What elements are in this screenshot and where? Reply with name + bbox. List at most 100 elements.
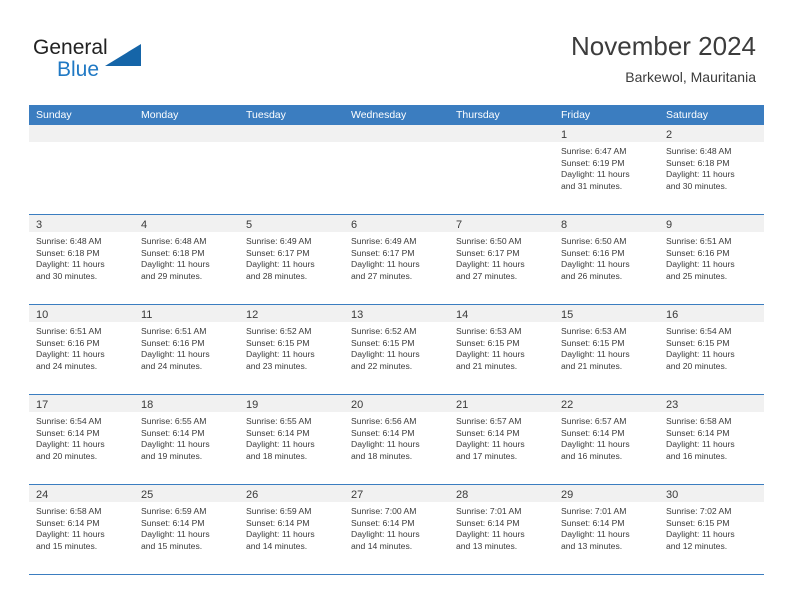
day-number-band: 29 [554,485,659,502]
day-number-band: 3 [29,215,134,232]
calendar-day-cell[interactable]: 6 Sunrise: 6:49 AM Sunset: 6:17 PM Daylight… [344,215,449,304]
day-number: 25 [141,489,154,501]
daylight-text: Daylight: 11 hours [36,259,105,270]
day-detail-body: Sunrise: 6:53 AM Sunset: 6:15 PM Daylight:… [554,322,659,372]
calendar-day-cell[interactable]: 25 Sunrise: 6:59 AM Sunset: 6:14 PM Dayligh… [134,485,239,574]
calendar-day-cell[interactable]: 8 Sunrise: 6:50 AM Sunset: 6:16 PM Daylight… [554,215,659,304]
daylight-text-cont: and 18 minutes. [246,450,308,461]
calendar-page: General Blue November 2024 Barkewol, Mau… [0,0,792,612]
calendar-day-cell[interactable]: 18 Sunrise: 6:55 AM Sunset: 6:14 PM Dayligh… [134,395,239,484]
general-blue-logo[interactable]: General Blue [33,36,213,88]
calendar-day-cell[interactable]: 13 Sunrise: 6:52 AM Sunset: 6:15 PM Dayligh… [344,305,449,394]
day-detail-body: Sunrise: 6:48 AM Sunset: 6:18 PM Daylight:… [659,142,764,192]
daylight-text: Daylight: 11 hours [561,529,630,540]
calendar-day-cell[interactable]: 27 Sunrise: 7:00 AM Sunset: 6:14 PM Dayligh… [344,485,449,574]
calendar-day-cell[interactable]: 7 Sunrise: 6:50 AM Sunset: 6:17 PM Daylight… [449,215,554,304]
calendar-weeks: 1 Sunrise: 6:47 AM Sunset: 6:19 PM Daylight… [29,125,764,575]
sunrise-text: Sunrise: 6:51 AM [141,326,207,336]
day-detail-body [449,142,554,146]
calendar-day-cell[interactable]: 30 Sunrise: 7:02 AM Sunset: 6:15 PM Dayligh… [659,485,764,574]
day-number-band [344,125,449,142]
sunrise-text: Sunrise: 6:50 AM [456,236,522,246]
calendar-day-cell[interactable]: 22 Sunrise: 6:57 AM Sunset: 6:14 PM Dayligh… [554,395,659,484]
calendar-day-cell[interactable]: 10 Sunrise: 6:51 AM Sunset: 6:16 PM Dayligh… [29,305,134,394]
calendar-day-cell[interactable]: 9 Sunrise: 6:51 AM Sunset: 6:16 PM Daylight… [659,215,764,304]
calendar-day-cell[interactable]: 15 Sunrise: 6:53 AM Sunset: 6:15 PM Dayligh… [554,305,659,394]
calendar-day-cell[interactable]: 17 Sunrise: 6:54 AM Sunset: 6:14 PM Dayligh… [29,395,134,484]
day-number: 17 [36,399,49,411]
day-number: 3 [36,219,43,231]
sunrise-text: Sunrise: 6:58 AM [36,506,102,516]
sunset-text: Sunset: 6:14 PM [246,517,310,528]
day-number-band: 2 [659,125,764,142]
title-block: November 2024 Barkewol, Mauritania [571,30,756,88]
sunrise-text: Sunrise: 6:54 AM [666,326,732,336]
sunrise-text: Sunrise: 6:54 AM [36,416,102,426]
daylight-text-cont: and 21 minutes. [456,360,518,371]
calendar-day-cell[interactable]: 23 Sunrise: 6:58 AM Sunset: 6:14 PM Dayligh… [659,395,764,484]
day-detail-body: Sunrise: 7:00 AM Sunset: 6:14 PM Daylight:… [344,502,449,552]
daylight-text: Daylight: 11 hours [141,439,210,450]
daylight-text-cont: and 16 minutes. [666,450,728,461]
calendar-day-cell[interactable]: 1 Sunrise: 6:47 AM Sunset: 6:19 PM Daylight… [554,125,659,214]
daylight-text: Daylight: 11 hours [456,529,525,540]
sunrise-text: Sunrise: 6:49 AM [246,236,312,246]
sunrise-text: Sunrise: 6:55 AM [141,416,207,426]
calendar-day-cell[interactable]: 16 Sunrise: 6:54 AM Sunset: 6:15 PM Dayligh… [659,305,764,394]
calendar-day-cell[interactable]: 12 Sunrise: 6:52 AM Sunset: 6:15 PM Dayligh… [239,305,344,394]
sunset-text: Sunset: 6:14 PM [36,517,100,528]
sunset-text: Sunset: 6:17 PM [351,247,415,258]
calendar-day-cell[interactable]: 11 Sunrise: 6:51 AM Sunset: 6:16 PM Dayligh… [134,305,239,394]
day-detail-body: Sunrise: 6:54 AM Sunset: 6:15 PM Daylight:… [659,322,764,372]
day-number: 5 [246,219,253,231]
daylight-text: Daylight: 11 hours [561,349,630,360]
sunrise-text: Sunrise: 6:59 AM [141,506,207,516]
day-number: 4 [141,219,148,231]
sunrise-text: Sunrise: 6:56 AM [351,416,417,426]
weekday-header-tuesday: Tuesday [246,109,286,121]
calendar-day-cell[interactable]: 29 Sunrise: 7:01 AM Sunset: 6:14 PM Dayligh… [554,485,659,574]
daylight-text: Daylight: 11 hours [561,259,630,270]
sunset-text: Sunset: 6:14 PM [141,517,205,528]
calendar-day-cell[interactable]: 14 Sunrise: 6:53 AM Sunset: 6:15 PM Dayligh… [449,305,554,394]
calendar-day-cell[interactable]: 26 Sunrise: 6:59 AM Sunset: 6:14 PM Dayligh… [239,485,344,574]
calendar-day-cell[interactable]: 3 Sunrise: 6:48 AM Sunset: 6:18 PM Daylight… [29,215,134,304]
sunset-text: Sunset: 6:18 PM [141,247,205,258]
day-detail-body: Sunrise: 6:58 AM Sunset: 6:14 PM Daylight:… [659,412,764,462]
day-number: 9 [666,219,673,231]
daylight-text: Daylight: 11 hours [141,259,210,270]
daylight-text-cont: and 27 minutes. [351,270,413,281]
calendar-day-cell[interactable]: 21 Sunrise: 6:57 AM Sunset: 6:14 PM Dayligh… [449,395,554,484]
sunrise-text: Sunrise: 6:51 AM [36,326,102,336]
daylight-text: Daylight: 11 hours [36,349,105,360]
sunset-text: Sunset: 6:14 PM [561,517,625,528]
day-number: 10 [36,309,49,321]
daylight-text-cont: and 16 minutes. [561,450,623,461]
calendar-day-cell[interactable]: 2 Sunrise: 6:48 AM Sunset: 6:18 PM Daylight… [659,125,764,214]
day-detail-body: Sunrise: 6:59 AM Sunset: 6:14 PM Daylight:… [134,502,239,552]
page-title: November 2024 [571,31,756,61]
day-detail-body: Sunrise: 6:51 AM Sunset: 6:16 PM Daylight:… [659,232,764,282]
calendar-day-cell[interactable]: 19 Sunrise: 6:55 AM Sunset: 6:14 PM Dayligh… [239,395,344,484]
calendar-day-cell[interactable]: 5 Sunrise: 6:49 AM Sunset: 6:17 PM Daylight… [239,215,344,304]
sunrise-text: Sunrise: 6:48 AM [36,236,102,246]
daylight-text: Daylight: 11 hours [666,169,735,180]
sunset-text: Sunset: 6:17 PM [246,247,310,258]
day-number-band: 22 [554,395,659,412]
calendar-day-cell[interactable]: 20 Sunrise: 6:56 AM Sunset: 6:14 PM Dayligh… [344,395,449,484]
calendar-day-cell[interactable]: 28 Sunrise: 7:01 AM Sunset: 6:14 PM Dayligh… [449,485,554,574]
day-number-band [29,125,134,142]
calendar-day-cell[interactable]: 4 Sunrise: 6:48 AM Sunset: 6:18 PM Daylight… [134,215,239,304]
triangle-logo-icon [105,44,141,66]
sunrise-text: Sunrise: 6:48 AM [666,146,732,156]
daylight-text-cont: and 20 minutes. [36,450,98,461]
daylight-text: Daylight: 11 hours [246,529,315,540]
calendar-day-cell-empty [29,125,134,214]
day-number-band: 14 [449,305,554,322]
day-detail-body: Sunrise: 6:50 AM Sunset: 6:16 PM Daylight:… [554,232,659,282]
day-number-band: 8 [554,215,659,232]
daylight-text-cont: and 24 minutes. [141,360,203,371]
day-detail-body: Sunrise: 6:49 AM Sunset: 6:17 PM Daylight:… [239,232,344,282]
sunrise-text: Sunrise: 6:51 AM [666,236,732,246]
calendar-day-cell[interactable]: 24 Sunrise: 6:58 AM Sunset: 6:14 PM Dayligh… [29,485,134,574]
